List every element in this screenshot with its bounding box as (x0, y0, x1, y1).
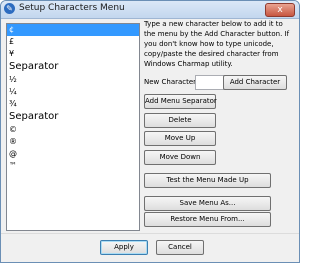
instructions-text: Type a new character below to add it to … (144, 20, 290, 68)
add-menu-separator-button[interactable]: Add Menu Separator (144, 94, 217, 109)
close-button[interactable]: x (265, 3, 295, 17)
delete-button[interactable]: Delete (144, 113, 216, 128)
list-item[interactable]: @ (7, 148, 139, 160)
move-up-button[interactable]: Move Up (144, 131, 216, 146)
apply-button[interactable]: Apply (100, 240, 148, 255)
list-item[interactable]: ® (7, 136, 139, 148)
list-item[interactable]: ¥ (7, 48, 139, 60)
new-character-input[interactable] (195, 75, 225, 90)
setup-characters-dialog: ✎ Setup Characters Menu x ¢ £ ¥ Separator ½ ¼… (0, 0, 300, 263)
list-item[interactable]: ½ (7, 74, 139, 86)
window-title: Setup Characters Menu (19, 3, 125, 13)
restore-menu-button[interactable]: Restore Menu From... (144, 212, 271, 227)
list-item[interactable]: £ (7, 36, 139, 48)
title-bar[interactable]: ✎ Setup Characters Menu x (1, 1, 299, 19)
test-menu-button[interactable]: Test the Menu Made Up (144, 173, 271, 188)
cancel-button[interactable]: Cancel (156, 240, 204, 255)
move-down-button[interactable]: Move Down (144, 150, 216, 165)
list-separator-item[interactable]: Separator (7, 110, 139, 124)
list-item[interactable]: ¾ (7, 98, 139, 110)
app-icon: ✎ (4, 3, 15, 14)
new-character-label: New Character: (144, 78, 199, 86)
save-menu-button[interactable]: Save Menu As... (144, 196, 271, 211)
list-item[interactable]: ™ (7, 160, 139, 172)
list-separator-item[interactable]: Separator (7, 60, 139, 74)
add-character-button[interactable]: Add Character (223, 75, 287, 90)
list-item[interactable]: © (7, 124, 139, 136)
list-item[interactable]: ¢ (7, 24, 139, 36)
character-list[interactable]: ¢ £ ¥ Separator ½ ¼ ¾ Separator © ® @ ™ (6, 23, 140, 231)
list-item[interactable]: ¼ (7, 86, 139, 98)
footer-divider (1, 233, 299, 234)
